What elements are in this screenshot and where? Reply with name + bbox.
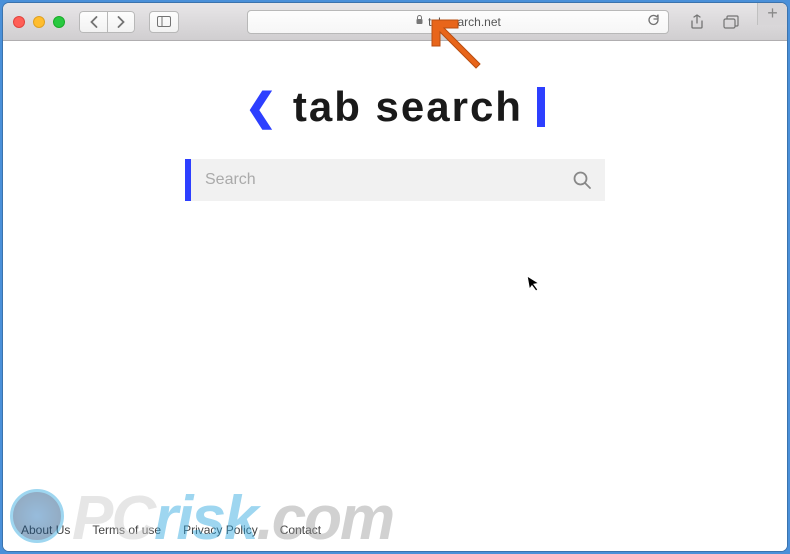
reload-button[interactable]: [647, 13, 660, 30]
new-tab-button[interactable]: +: [757, 3, 787, 25]
chevron-left-icon: [89, 16, 98, 28]
browser-window: tabsearch.net + ❮ tab sea: [3, 3, 787, 551]
footer-links: About Us Terms of use Privacy Policy Con…: [21, 523, 321, 537]
tabs-button[interactable]: [721, 12, 741, 32]
search-input[interactable]: [191, 159, 559, 201]
footer-link-terms[interactable]: Terms of use: [92, 523, 161, 537]
plus-icon: +: [767, 3, 778, 24]
footer-link-privacy[interactable]: Privacy Policy: [183, 523, 258, 537]
tabs-icon: [723, 15, 739, 29]
window-close-button[interactable]: [13, 16, 25, 28]
share-button[interactable]: [687, 12, 707, 32]
toolbar-right: [687, 12, 741, 32]
site-logo: ❮ tab search: [3, 83, 787, 131]
page-content: ❮ tab search About Us Terms of use Priva…: [3, 41, 787, 551]
address-bar[interactable]: tabsearch.net: [247, 10, 669, 34]
titlebar: tabsearch.net +: [3, 3, 787, 41]
search-container: [185, 159, 605, 201]
window-maximize-button[interactable]: [53, 16, 65, 28]
logo-chevron-icon: ❮: [245, 85, 279, 130]
nav-buttons: [79, 11, 135, 33]
traffic-lights: [13, 16, 65, 28]
footer-link-contact[interactable]: Contact: [280, 523, 321, 537]
logo-text: tab search: [293, 83, 523, 131]
lock-icon: [415, 15, 424, 28]
reload-icon: [647, 13, 660, 27]
search-icon: [572, 170, 592, 190]
sidebar-toggle-button[interactable]: [149, 11, 179, 33]
window-minimize-button[interactable]: [33, 16, 45, 28]
chevron-right-icon: [117, 16, 126, 28]
back-button[interactable]: [79, 11, 107, 33]
search-button[interactable]: [559, 159, 605, 201]
forward-button[interactable]: [107, 11, 135, 33]
url-text: tabsearch.net: [428, 15, 501, 29]
footer-link-about[interactable]: About Us: [21, 523, 70, 537]
logo-bar-icon: [537, 87, 545, 127]
share-icon: [690, 14, 704, 30]
sidebar-icon: [157, 16, 171, 27]
